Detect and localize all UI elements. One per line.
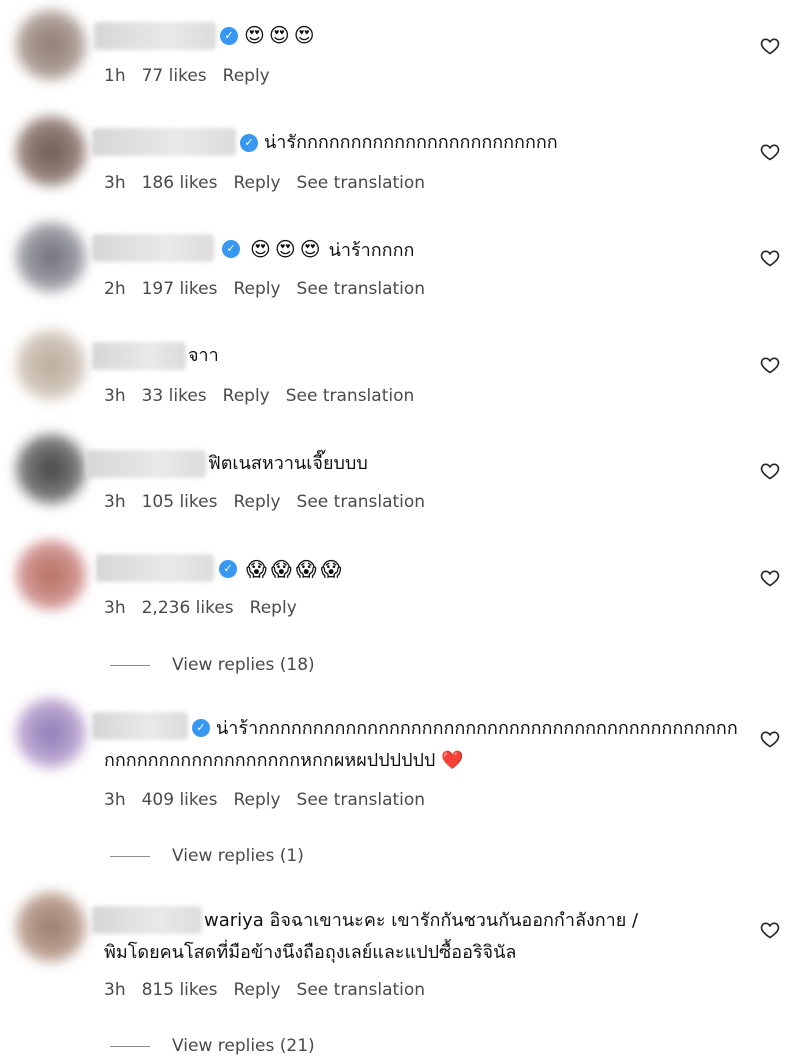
smiling-face-heart-eyes-icon: 😍 (274, 237, 296, 261)
comment-text-line2: กกกกกกกกกกกกกกกกกกหกกผหผปปปปปป ❤️ (104, 748, 464, 774)
like-heart-icon[interactable] (760, 142, 780, 162)
like-count[interactable]: 186 likes (142, 173, 218, 193)
comment-time: 3h (104, 980, 126, 1000)
view-replies-button[interactable]: View replies (1) (110, 846, 304, 866)
see-translation-button[interactable]: See translation (297, 980, 426, 1000)
comment-time: 3h (104, 598, 126, 618)
like-heart-icon[interactable] (760, 729, 780, 749)
comment-text: 😍 😍 😍 (244, 22, 319, 50)
smiling-face-heart-eyes-icon: 😍 (268, 23, 290, 47)
comment-time: 3h (104, 386, 126, 406)
verified-badge-icon: ✓ (222, 240, 240, 258)
view-replies-button[interactable]: View replies (18) (110, 655, 315, 675)
username[interactable] (86, 450, 206, 478)
see-translation-button[interactable]: See translation (297, 279, 426, 299)
avatar[interactable] (16, 222, 86, 292)
comment-text: น่าร้ากกกกกกกกกกกกกกกกกกกกกกกกกกกกกกกกกก… (216, 718, 738, 739)
comment-meta: 3h 815 likes Reply See translation (104, 980, 441, 1000)
comment-text: wariya อิจฉาเขานะคะ เขารักกันชวนกันออกกำ… (204, 910, 639, 931)
view-replies-label: View replies (18) (172, 655, 315, 675)
face-screaming-icon: 😱 (320, 557, 342, 581)
view-replies-label: View replies (21) (172, 1036, 315, 1056)
username[interactable] (92, 234, 214, 262)
verified-badge-icon: ✓ (240, 134, 258, 152)
see-translation-button[interactable]: See translation (297, 790, 426, 810)
divider (110, 855, 150, 857)
comment-meta: 3h 409 likes Reply See translation (104, 790, 441, 810)
like-count[interactable]: 197 likes (142, 279, 218, 299)
like-heart-icon[interactable] (760, 568, 780, 588)
like-count[interactable]: 33 likes (142, 386, 207, 406)
reply-button[interactable]: Reply (233, 173, 280, 193)
comment-meta: 3h 33 likes Reply See translation (104, 386, 430, 406)
username[interactable] (92, 906, 202, 934)
like-heart-icon[interactable] (760, 248, 780, 268)
avatar[interactable] (16, 892, 86, 962)
like-count[interactable]: 409 likes (142, 790, 218, 810)
username[interactable] (96, 554, 214, 582)
comment-time: 3h (104, 790, 126, 810)
face-screaming-icon: 😱 (246, 557, 267, 581)
comment-text-line2: พิมโดยคนโสดที่มือข้างนึงถือถุงเลย์และแปป… (104, 942, 517, 963)
username[interactable] (92, 342, 186, 370)
comment-time: 3h (104, 492, 126, 512)
like-count[interactable]: 2,236 likes (142, 598, 234, 618)
avatar[interactable] (16, 434, 86, 504)
reply-button[interactable]: Reply (233, 279, 280, 299)
see-translation-button[interactable]: See translation (297, 492, 426, 512)
like-heart-icon[interactable] (760, 36, 780, 56)
comment-text: จาา (188, 345, 219, 366)
divider (110, 664, 150, 666)
comment-text: 😍 😍 😍 น่าร้ากกกก (250, 236, 414, 264)
comment-meta: 2h 197 likes Reply See translation (104, 279, 441, 299)
reply-button[interactable]: Reply (223, 66, 270, 86)
like-heart-icon[interactable] (760, 461, 780, 481)
smiling-face-heart-eyes-icon: 😍 (244, 23, 265, 47)
comment-time: 2h (104, 279, 126, 299)
avatar[interactable] (16, 540, 86, 610)
comment-meta: 1h 77 likes Reply (104, 66, 286, 86)
see-translation-button[interactable]: See translation (286, 386, 415, 406)
comment-meta: 3h 2,236 likes Reply (104, 598, 313, 618)
username[interactable] (92, 128, 236, 156)
divider (110, 1045, 150, 1047)
view-replies-label: View replies (1) (172, 846, 304, 866)
verified-badge-icon: ✓ (219, 560, 237, 578)
like-count[interactable]: 105 likes (142, 492, 218, 512)
smiling-face-heart-eyes-icon: 😍 (250, 237, 271, 261)
comment-meta: 3h 105 likes Reply See translation (104, 492, 441, 512)
smiling-face-heart-eyes-icon: 😍 (293, 23, 315, 47)
like-count[interactable]: 815 likes (142, 980, 218, 1000)
reply-button[interactable]: Reply (233, 980, 280, 1000)
comment-time: 3h (104, 173, 126, 193)
username[interactable] (92, 712, 188, 740)
face-screaming-icon: 😱 (270, 557, 292, 581)
comment-meta: 3h 186 likes Reply See translation (104, 173, 441, 193)
reply-button[interactable]: Reply (233, 790, 280, 810)
reply-button[interactable]: Reply (250, 598, 297, 618)
face-screaming-icon: 😱 (295, 557, 317, 581)
like-count[interactable]: 77 likes (142, 66, 207, 86)
verified-badge-icon: ✓ (220, 27, 238, 45)
verified-badge-icon: ✓ (192, 719, 210, 737)
reply-button[interactable]: Reply (223, 386, 270, 406)
avatar[interactable] (16, 330, 86, 400)
comment-time: 1h (104, 66, 126, 86)
comment-text: ฟิตเนสหวานเจี๊ยบบบ (208, 453, 368, 474)
red-heart-icon: ❤️ (441, 750, 464, 771)
avatar[interactable] (16, 698, 86, 768)
view-replies-button[interactable]: View replies (21) (110, 1036, 315, 1056)
comment-text: 😱 😱 😱 😱 (246, 556, 345, 584)
like-heart-icon[interactable] (760, 355, 780, 375)
like-heart-icon[interactable] (760, 920, 780, 940)
username[interactable] (94, 22, 216, 50)
comment-text-content: น่าร้ากกกก (328, 240, 415, 261)
reply-button[interactable]: Reply (233, 492, 280, 512)
avatar[interactable] (16, 10, 86, 80)
comment-text-content: กกกกกกกกกกกกกกกกกกหกกผหผปปปปปป (104, 750, 436, 771)
smiling-face-heart-eyes-icon: 😍 (299, 237, 321, 261)
avatar[interactable] (16, 116, 86, 186)
see-translation-button[interactable]: See translation (297, 173, 426, 193)
comment-text: น่ารักกกกกกกกกกกกกกกกกกกกกกกก (264, 132, 558, 153)
